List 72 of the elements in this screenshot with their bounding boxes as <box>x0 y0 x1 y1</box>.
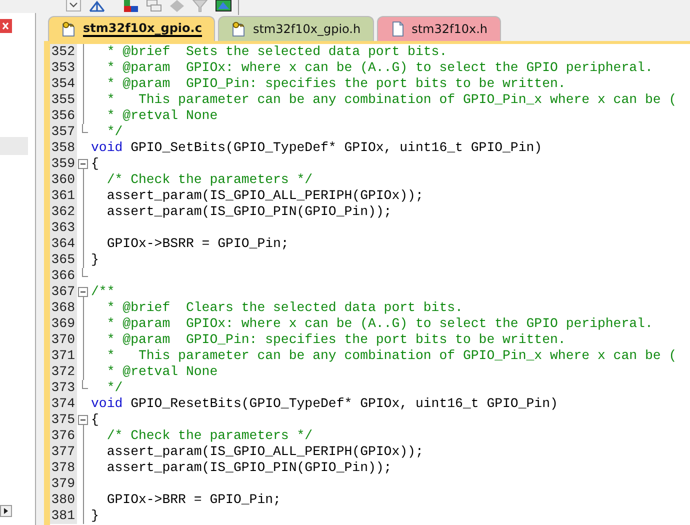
line-number: 370 <box>50 332 77 348</box>
code-comment: * @param GPIOx: where x can be (A..G) to select the GPIO peripheral. <box>106 316 653 331</box>
line-number: 364 <box>50 236 77 252</box>
code-comment: /* Check the parameters */ <box>106 172 313 187</box>
code-text: assert_param(IS_GPIO_PIN(GPIO_Pin)); <box>106 204 392 219</box>
code-comment: */ <box>106 380 123 395</box>
line-number: 374 <box>50 396 77 412</box>
code-text: } <box>91 252 99 267</box>
code-text: } <box>91 508 99 523</box>
line-number: 361 <box>50 188 77 204</box>
code-text: assert_param(IS_GPIO_ALL_PERIPH(GPIOx)); <box>106 188 424 203</box>
line-number: 362 <box>50 204 77 220</box>
code-comment: * @param GPIO_Pin: specifies the port bits to be written. <box>106 76 566 91</box>
file-tab[interactable]: stm32f10x_gpio.c <box>48 16 215 41</box>
code-comment: * This parameter can be any combination of GPIO_Pin_x where x can be ( <box>106 92 677 107</box>
code-text: GPIOx->BSRR = GPIO_Pin; <box>106 236 289 251</box>
code-comment: /** <box>91 284 115 299</box>
code-comment: */ <box>106 124 123 139</box>
code-keyword: void <box>91 396 123 411</box>
line-number: 367 <box>50 284 77 300</box>
close-icon[interactable] <box>0 19 12 33</box>
key-document-icon <box>61 21 77 37</box>
code-text: GPIO_SetBits(GPIO_TypeDef* GPIOx, uint16_t GPIO_Pin) <box>130 140 542 155</box>
code-text: { <box>91 412 99 427</box>
line-number: 359 <box>50 156 77 172</box>
line-number: 373 <box>50 380 77 396</box>
document-icon <box>390 21 406 37</box>
code-comment: * @retval None <box>106 108 218 123</box>
line-number: 358 <box>50 140 77 156</box>
line-number: 375 <box>50 412 77 428</box>
line-number: 376 <box>50 428 77 444</box>
line-number: 353 <box>50 60 77 76</box>
line-number: 365 <box>50 252 77 268</box>
scroll-right-icon[interactable] <box>0 505 12 517</box>
code-comment: * @param GPIO_Pin: specifies the port bits to be written. <box>106 332 566 347</box>
collapse-icon[interactable] <box>78 415 88 425</box>
collapse-icon[interactable] <box>78 159 88 169</box>
line-number: 363 <box>50 220 77 236</box>
line-number: 352 <box>50 44 77 60</box>
file-tab[interactable]: stm32f10x_gpio.h <box>218 16 374 41</box>
line-number: 380 <box>50 492 77 508</box>
code-text: { <box>91 156 99 171</box>
code-comment: * This parameter can be any combination of GPIO_Pin_x where x can be ( <box>106 348 677 363</box>
code-comment: * @param GPIOx: where x can be (A..G) to select the GPIO peripheral. <box>106 60 653 75</box>
dropdown-arrow-icon[interactable] <box>66 0 81 12</box>
line-number: 381 <box>50 508 77 524</box>
line-number: 355 <box>50 92 77 108</box>
code-comment: /* Check the parameters */ <box>106 428 313 443</box>
line-number: 371 <box>50 348 77 364</box>
code-comment: * @retval None <box>106 364 218 379</box>
code-text: assert_param(IS_GPIO_PIN(GPIO_Pin)); <box>106 460 392 475</box>
line-number: 356 <box>50 108 77 124</box>
key-document-icon <box>230 21 247 37</box>
code-text: GPIO_ResetBits(GPIO_TypeDef* GPIOx, uint16_t GPIO_Pin) <box>130 396 558 411</box>
line-number: 360 <box>50 172 77 188</box>
code-text: GPIOx->BRR = GPIO_Pin; <box>106 492 281 507</box>
line-number: 377 <box>50 444 77 460</box>
code-comment: * @brief Sets the selected data port bits. <box>106 44 448 59</box>
code-text: assert_param(IS_GPIO_ALL_PERIPH(GPIOx)); <box>106 444 424 459</box>
code-comment: * @brief Clears the selected data port bits. <box>106 300 463 315</box>
blocks-icon[interactable] <box>123 0 139 12</box>
file-tab[interactable]: stm32f10x.h <box>376 16 501 41</box>
line-number: 369 <box>50 316 77 332</box>
collapse-icon[interactable] <box>78 287 88 297</box>
line-number: 372 <box>50 364 77 380</box>
line-number: 357 <box>50 124 77 140</box>
line-number: 354 <box>50 76 77 92</box>
line-number: 366 <box>50 268 77 284</box>
line-number: 368 <box>50 300 77 316</box>
line-number: 379 <box>50 476 77 492</box>
code-keyword: void <box>91 140 123 155</box>
line-number: 378 <box>50 460 77 476</box>
